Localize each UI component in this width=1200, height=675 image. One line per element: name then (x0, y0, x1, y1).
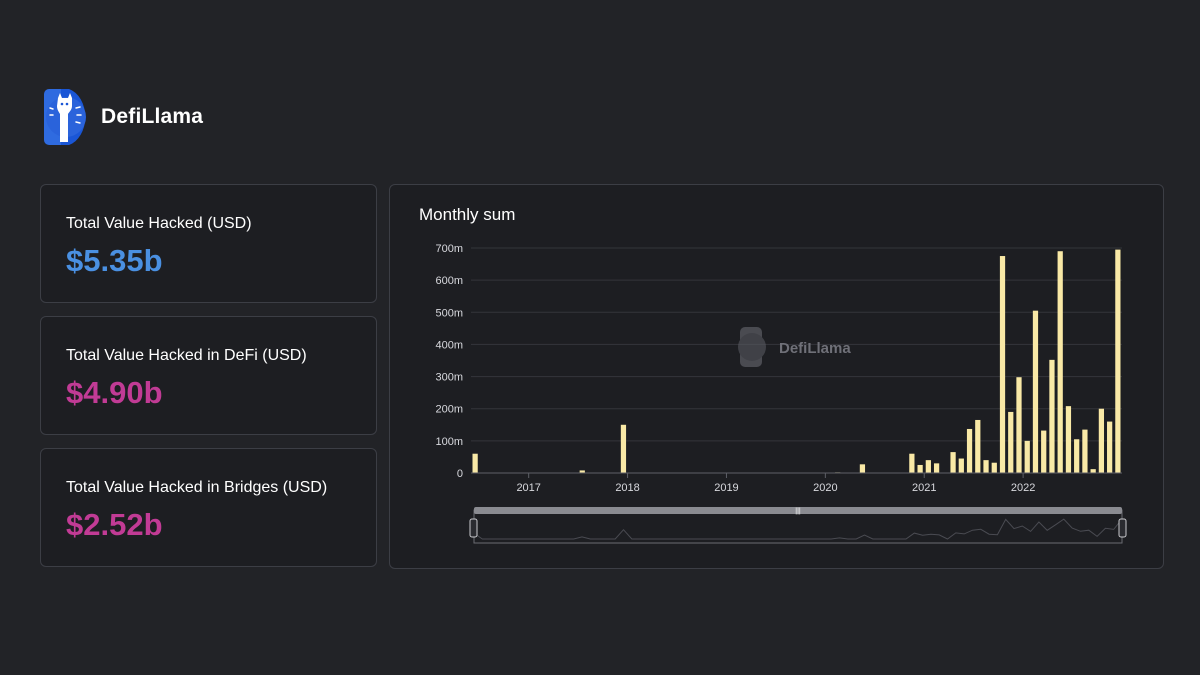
chart-bar (1041, 430, 1047, 473)
chart-title: Monthly sum (419, 205, 516, 224)
chart-bar (999, 256, 1006, 473)
y-tick-label: 300m (435, 372, 463, 384)
chart-bar (917, 464, 923, 473)
monthly-sum-chart: 0 100m 200m 300m 400m 500m 600m 700m DefiLlama 20… (435, 243, 1127, 544)
brand-name: DefiLlama (101, 105, 204, 128)
total-hacked-value: $5.35b (66, 243, 163, 278)
x-tick-label: 2017 (516, 482, 540, 494)
chart-bar (1090, 469, 1096, 473)
y-tick-label: 400m (435, 339, 463, 351)
chart-bar (1032, 310, 1039, 473)
watermark-icon-shape (738, 333, 766, 361)
x-tick-label: 2020 (813, 482, 837, 494)
chart-bar (991, 462, 997, 473)
total-hacked-label: Total Value Hacked (USD) (66, 215, 252, 232)
chart-bar (1115, 249, 1121, 473)
y-tick-label: 100m (435, 436, 463, 448)
chart-bar (925, 460, 931, 473)
chart-bar (620, 424, 627, 473)
chart-bar (1074, 439, 1080, 473)
chart-bar (472, 453, 478, 473)
chart-bar (966, 428, 973, 473)
chart-bar (909, 453, 915, 473)
x-tick-label: 2019 (714, 482, 738, 494)
defi-hacked-label: Total Value Hacked in DeFi (USD) (66, 347, 307, 364)
bridges-hacked-card: Total Value Hacked in Bridges (USD) $2.5… (40, 448, 377, 567)
watermark-text: DefiLlama (779, 340, 851, 357)
zoom-handle-right[interactable] (1118, 518, 1127, 538)
chart-bar (859, 464, 866, 473)
total-hacked-card: Total Value Hacked (USD) $5.35b (40, 184, 377, 303)
chart-bar (1049, 359, 1055, 473)
y-tick-label: 600m (435, 275, 463, 287)
y-tick-label: 200m (435, 404, 463, 416)
llama-logo-icon (44, 89, 86, 145)
chart-bar (933, 463, 940, 473)
bridges-hacked-label: Total Value Hacked in Bridges (USD) (66, 479, 328, 496)
bridges-hacked-value: $2.52b (66, 507, 163, 542)
chart-bar (1024, 440, 1030, 473)
y-tick-label: 0 (457, 468, 463, 480)
defi-hacked-card: Total Value Hacked in DeFi (USD) $4.90b (40, 316, 377, 435)
chart-bar (1098, 408, 1105, 473)
defi-hacked-value: $4.90b (66, 375, 163, 410)
chart-bar (983, 460, 989, 473)
y-tick-label: 500m (435, 307, 463, 319)
chart-bar (958, 458, 964, 473)
chart-bar (1082, 429, 1088, 473)
y-tick-label: 700m (435, 243, 463, 255)
chart-bar (1057, 251, 1063, 473)
chart-bar (1008, 411, 1014, 473)
chart-bar (975, 419, 981, 473)
chart-bar (1107, 421, 1113, 473)
chart-bar (1016, 377, 1022, 473)
monthly-sum-chart-panel: 0 100m 200m 300m 400m 500m 600m 700m DefiLlama 20… (389, 184, 1164, 569)
brand-logo[interactable]: DefiLlama (41, 88, 203, 146)
chart-bar (950, 452, 956, 473)
chart-bar (1065, 406, 1072, 473)
zoom-handle-left[interactable] (469, 518, 478, 538)
x-tick-label: 2021 (912, 482, 936, 494)
x-tick-label: 2018 (615, 482, 639, 494)
x-tick-label: 2022 (1011, 482, 1035, 494)
chart-watermark (738, 327, 766, 367)
zoom-navigator-preview-line (473, 518, 1123, 540)
zoom-drag-grip-icon: ||| (795, 508, 801, 515)
